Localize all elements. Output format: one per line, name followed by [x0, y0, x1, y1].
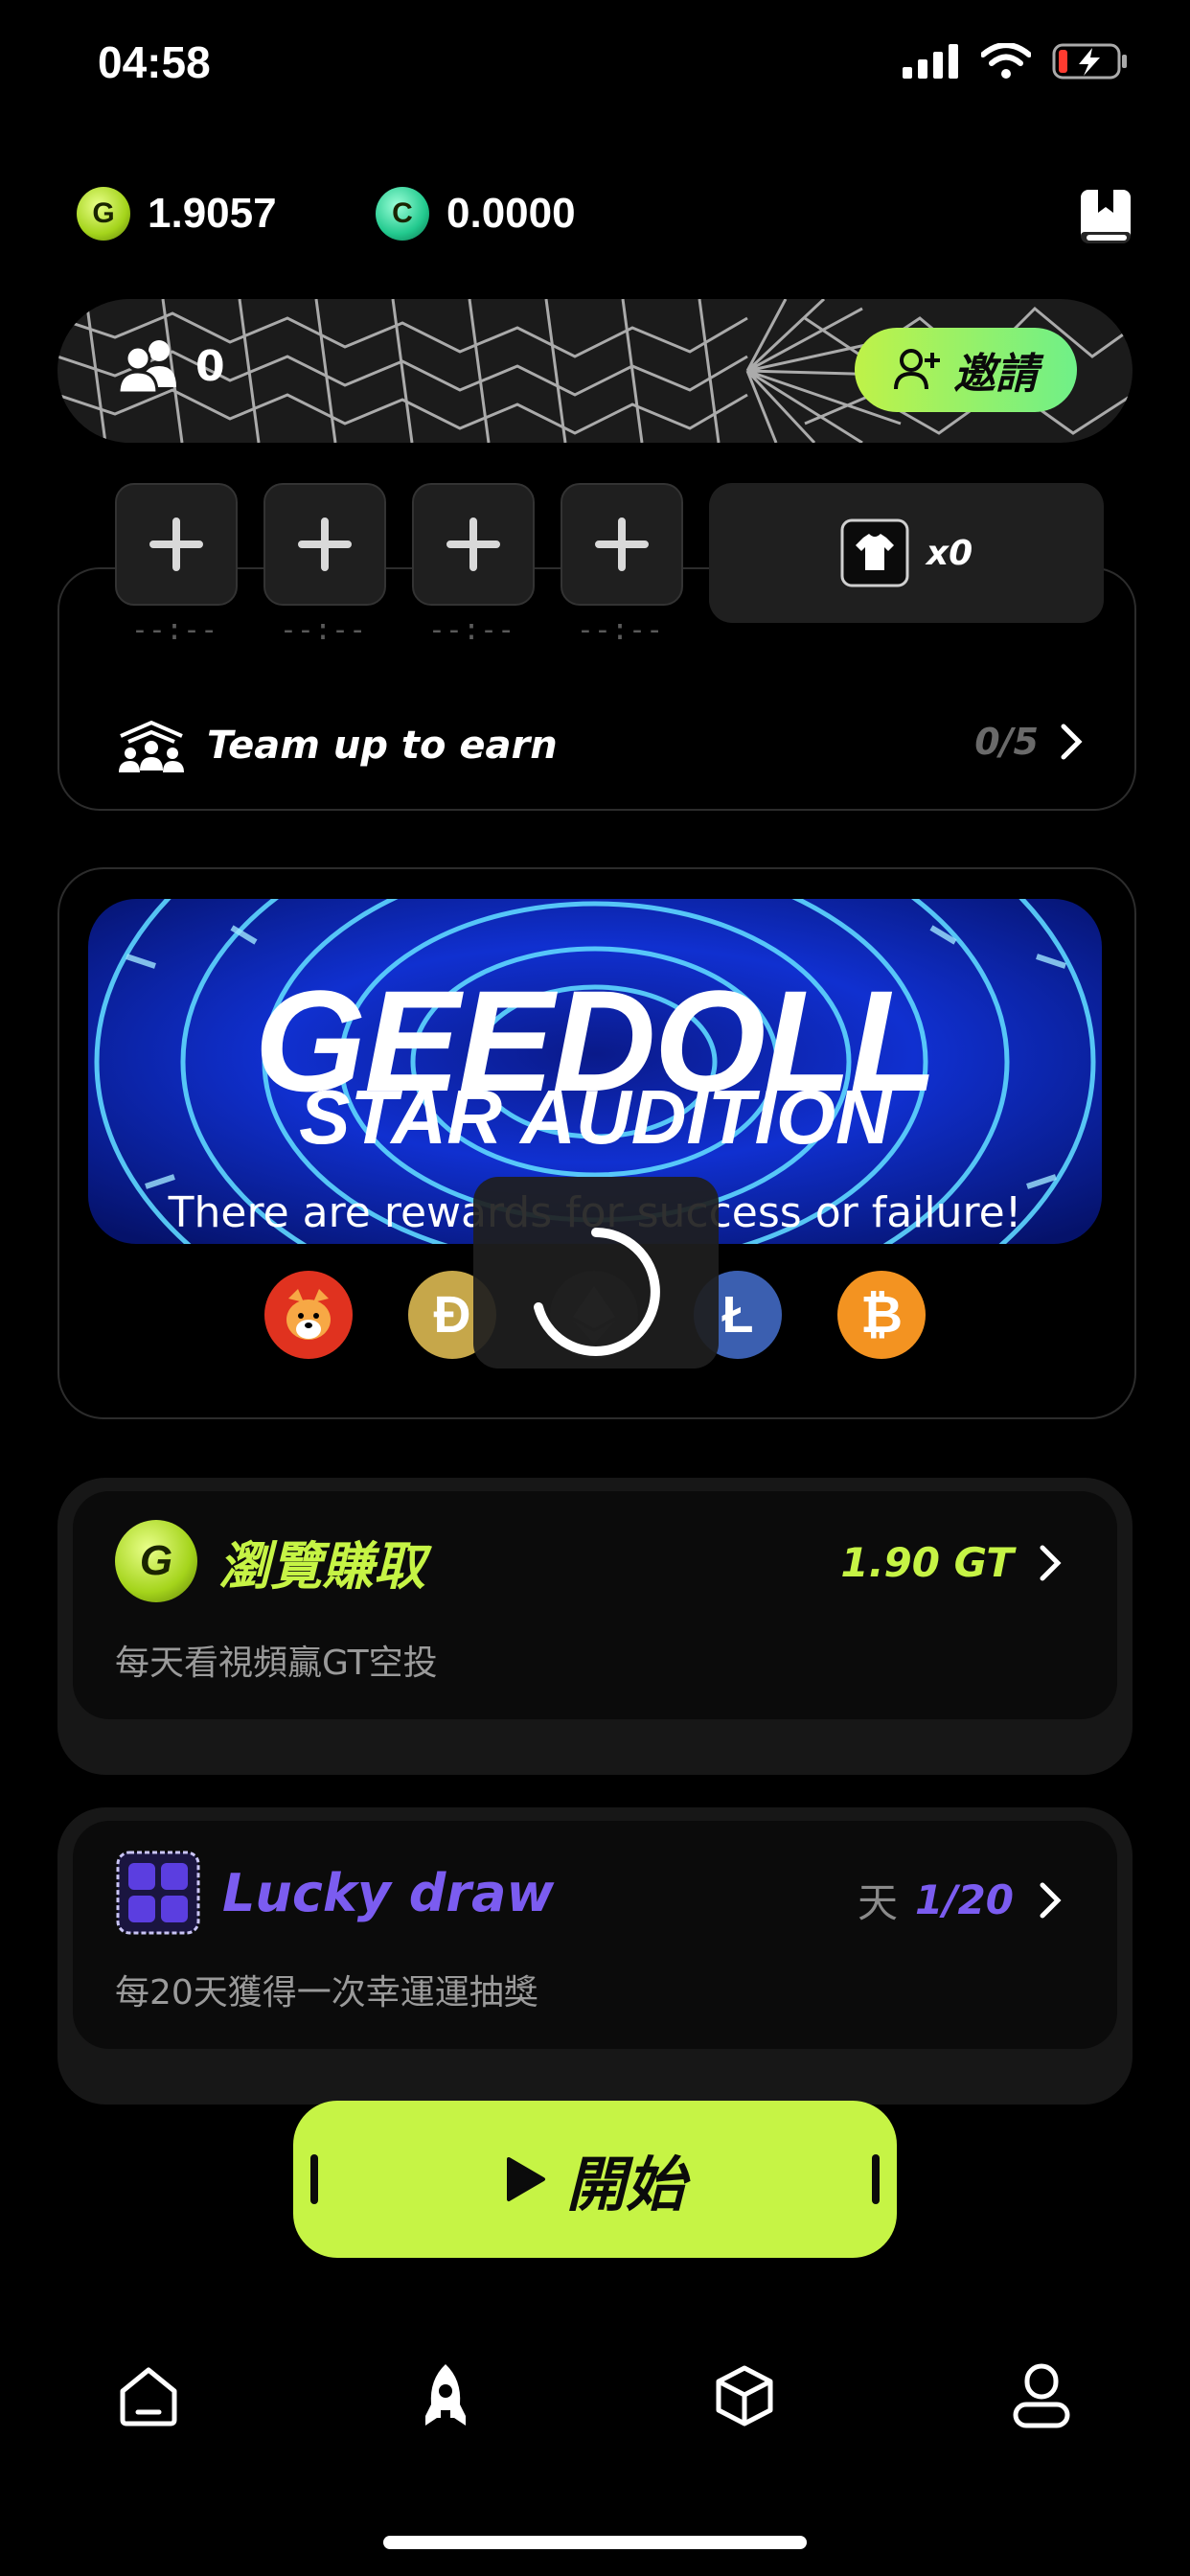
- chevron-right-icon: [1040, 1882, 1062, 1918]
- plus-icon: [149, 518, 203, 571]
- gc-balance: C 0.0000: [376, 187, 576, 241]
- chevron-right-icon: [1061, 724, 1083, 760]
- shirt-counter[interactable]: x0: [709, 483, 1104, 623]
- gt-coin-icon: G: [77, 187, 130, 241]
- loading-spinner-icon: [534, 1228, 660, 1356]
- start-button[interactable]: 開始: [293, 2101, 897, 2258]
- lucky-draw-unit: 天: [857, 1879, 898, 1926]
- team-members: 0: [117, 337, 225, 395]
- tshirt-icon: [840, 518, 909, 587]
- slot-timer: --:--: [576, 613, 664, 647]
- team-progress[interactable]: 0/5: [974, 721, 1083, 763]
- browse-earn-title-row: G 瀏覽賺取: [115, 1520, 425, 1602]
- plus-icon: [446, 518, 500, 571]
- grip-left: [310, 2154, 318, 2204]
- add-user-icon: [894, 349, 940, 390]
- promo-subtitle-title: STAR AUDITION: [299, 1074, 891, 1160]
- team-progress-value: 0/5: [974, 721, 1039, 763]
- gt-balance-value: 1.9057: [148, 190, 277, 237]
- slot-timer: --:--: [130, 613, 218, 647]
- home-indicator: [383, 2536, 807, 2549]
- lucky-draw-title-row: Lucky draw: [115, 1850, 554, 1936]
- team-icon: [119, 720, 184, 772]
- group-users-icon: [117, 340, 176, 395]
- gc-coin-icon: C: [376, 187, 429, 241]
- team-slot-add-button[interactable]: [115, 483, 238, 606]
- status-icons: [903, 42, 1129, 80]
- team-banner: 0 邀請: [57, 299, 1133, 443]
- lucky-draw-progress-value: 1/20: [914, 1876, 1014, 1923]
- shiba-inu-coin-icon: [264, 1271, 353, 1359]
- team-slot-add-button[interactable]: [561, 483, 683, 606]
- browse-earn-title: 瀏覽賺取: [218, 1535, 425, 1597]
- team-up-label: Team up to earn: [115, 719, 558, 772]
- nav-box-icon[interactable]: [711, 2362, 778, 2429]
- invite-label: 邀請: [953, 350, 1038, 399]
- battery-charging-icon: [1052, 43, 1127, 80]
- team-slot-add-button[interactable]: [412, 483, 535, 606]
- nav-rocket-icon[interactable]: [412, 2362, 479, 2429]
- browse-earn-reward: 1.90 GT: [840, 1539, 1062, 1586]
- plus-icon: [595, 518, 649, 571]
- browse-earn-desc: 每天看視頻贏GT空投: [115, 1644, 438, 1683]
- gt-balance: G 1.9057: [77, 187, 277, 241]
- gc-balance-value: 0.0000: [446, 190, 576, 237]
- cellular-signal-icon: [903, 44, 958, 79]
- status-time: 04:58: [98, 37, 211, 87]
- loading-overlay: [473, 1177, 719, 1368]
- start-button-label: 開始: [565, 2150, 685, 2220]
- wifi-icon: [981, 43, 1031, 79]
- slot-timer: --:--: [279, 613, 367, 647]
- play-icon: [506, 2157, 545, 2201]
- browse-earn-reward-value: 1.90 GT: [840, 1539, 1014, 1586]
- member-count: 0: [195, 341, 225, 391]
- plus-icon: [298, 518, 352, 571]
- nav-profile-icon[interactable]: [1008, 2362, 1075, 2429]
- slot-timer: --:--: [427, 613, 515, 647]
- team-slot-add-button[interactable]: [263, 483, 386, 606]
- lucky-draw-desc: 每20天獲得一次幸運運抽獎: [115, 1973, 538, 2012]
- grip-right: [872, 2154, 880, 2204]
- chevron-right-icon: [1040, 1545, 1062, 1580]
- bookmark-book-icon[interactable]: [1079, 188, 1133, 249]
- team-up-text: Team up to earn: [207, 724, 558, 768]
- lucky-draw-title: Lucky draw: [222, 1862, 555, 1923]
- nav-home-icon[interactable]: [115, 2362, 182, 2429]
- lucky-draw-progress: 天 1/20: [858, 1871, 1062, 1929]
- gt-coin-icon: G: [115, 1520, 197, 1602]
- bitcoin-icon: ₿: [837, 1271, 926, 1359]
- invite-button[interactable]: 邀請: [855, 328, 1077, 412]
- lucky-draw-grid-icon: [116, 1851, 200, 1935]
- shirt-count: x0: [926, 533, 973, 573]
